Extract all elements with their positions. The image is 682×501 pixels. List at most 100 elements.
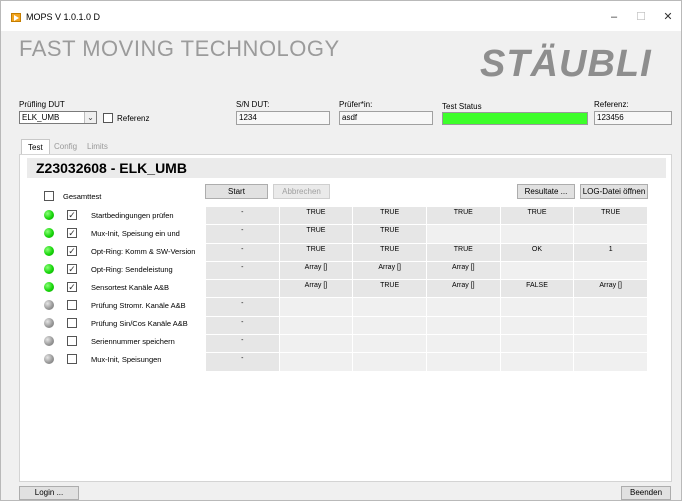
table-row: - (205, 315, 648, 336)
table-row: - Array [] Array [] Array [] (205, 260, 648, 281)
login-button[interactable]: Login ... (19, 486, 79, 500)
close-button[interactable]: ✕ (655, 9, 681, 25)
step-label: Sensortest Kanäle A&B (91, 283, 169, 292)
pruefling-label: Prüfling DUT (19, 100, 65, 109)
pruefer-label: Prüfer*in: (339, 100, 373, 109)
chevron-down-icon[interactable]: ⌄ (84, 112, 96, 123)
result-cell: TRUE (278, 224, 354, 244)
result-cell: - (205, 242, 280, 262)
result-cell: TRUE (499, 205, 575, 226)
step-checkbox[interactable]: ✓ (67, 264, 77, 274)
sn-label: S/N DUT: (236, 100, 270, 109)
abbrechen-button[interactable]: Abbrechen (273, 184, 330, 199)
referenz-input[interactable]: 123456 (594, 111, 672, 125)
table-row: - TRUE TRUE TRUE OK 1 (205, 242, 648, 262)
result-cell: - (205, 205, 280, 226)
result-cell: - (205, 260, 280, 281)
result-cell (352, 334, 427, 354)
status-led-green-icon (44, 228, 54, 238)
status-led-gray-icon (44, 318, 54, 328)
status-led-gray-icon (44, 354, 54, 364)
dut-title: Z23032608 - ELK_UMB (36, 160, 187, 176)
step-label: Prüfung Sin/Cos Kanäle A&B (91, 319, 188, 328)
result-cell: TRUE (352, 279, 427, 299)
beenden-button[interactable]: Beenden (621, 486, 671, 500)
gesamttest-checkbox[interactable] (44, 191, 54, 201)
tab-config[interactable]: Config (48, 139, 83, 155)
result-cell: TRUE (278, 242, 354, 262)
minimize-button[interactable]: – (601, 9, 627, 25)
result-cell (573, 352, 648, 372)
result-cell: - (205, 297, 280, 317)
maximize-button[interactable]: ☐ (628, 9, 654, 25)
result-cell: - (205, 224, 280, 244)
results-grid: - TRUE TRUE TRUE TRUE TRUE - TRUE TRUE -… (205, 205, 648, 372)
step-checkbox[interactable]: ✓ (67, 210, 77, 220)
step-checkbox[interactable]: ✓ (67, 246, 77, 256)
step-label: Prüfung Stromr. Kanäle A&B (91, 301, 186, 310)
test-status-indicator (442, 112, 588, 125)
result-cell: - (205, 352, 280, 372)
test-status-label: Test Status (442, 102, 482, 111)
referenz-checkbox[interactable] (103, 113, 113, 123)
result-cell: TRUE (278, 205, 354, 226)
status-led-green-icon (44, 282, 54, 292)
result-cell: Array [] (425, 279, 501, 299)
log-datei-button[interactable]: LOG-Datei öffnen (580, 184, 648, 199)
result-cell (573, 224, 648, 244)
main-window: MOPS V 1.0.1.0 D – ☐ ✕ FAST MOVING TECHN… (0, 0, 682, 501)
step-checkbox[interactable]: ✓ (67, 228, 77, 238)
result-cell (573, 260, 648, 281)
staubli-logo: STÄUBLI (480, 43, 652, 85)
step-checkbox[interactable] (67, 318, 77, 328)
step-checkbox[interactable] (67, 354, 77, 364)
step-label: Startbedingungen prüfen (91, 211, 174, 220)
result-cell (278, 315, 354, 336)
result-cell: Array [] (352, 260, 427, 281)
pruefling-value: ELK_UMB (22, 113, 60, 122)
result-cell (425, 352, 501, 372)
status-led-gray-icon (44, 300, 54, 310)
step-checkbox[interactable] (67, 336, 77, 346)
result-cell (278, 352, 354, 372)
result-cell (205, 279, 280, 299)
result-cell (573, 297, 648, 317)
result-cell: - (205, 334, 280, 354)
status-led-gray-icon (44, 336, 54, 346)
result-cell (278, 334, 354, 354)
step-checkbox[interactable]: ✓ (67, 282, 77, 292)
step-label: Mux-Init, Speisungen (91, 355, 162, 364)
resultate-button[interactable]: Resultate ... (517, 184, 575, 199)
result-cell: TRUE (425, 242, 501, 262)
result-cell: FALSE (499, 279, 575, 299)
app-play-icon (11, 13, 21, 22)
result-cell (425, 224, 501, 244)
result-cell (425, 334, 501, 354)
result-cell (352, 315, 427, 336)
result-cell: Array [] (425, 260, 501, 281)
result-cell (352, 297, 427, 317)
sn-input[interactable]: 1234 (236, 111, 330, 125)
result-cell: Array [] (278, 279, 354, 299)
tab-test[interactable]: Test (21, 139, 50, 155)
status-led-green-icon (44, 246, 54, 256)
brand-tagline: FAST MOVING TECHNOLOGY (19, 36, 340, 61)
status-led-green-icon (44, 210, 54, 220)
step-label: Opt-Ring: Sendeleistung (91, 265, 173, 274)
pruefling-select[interactable]: ELK_UMB ⌄ (19, 111, 97, 124)
result-cell (573, 315, 648, 336)
tab-limits[interactable]: Limits (81, 139, 114, 155)
result-cell (499, 297, 575, 317)
start-button[interactable]: Start (205, 184, 268, 199)
result-cell: TRUE (352, 205, 427, 226)
result-cell (425, 297, 501, 317)
table-row: - (205, 352, 648, 372)
status-led-green-icon (44, 264, 54, 274)
pruefer-input[interactable]: asdf (339, 111, 433, 125)
step-label: Seriennummer speichern (91, 337, 175, 346)
result-cell (278, 297, 354, 317)
table-row: - TRUE TRUE TRUE TRUE TRUE (205, 205, 648, 226)
result-cell (573, 334, 648, 354)
step-label: Mux-Init, Speisung ein und (91, 229, 180, 238)
step-checkbox[interactable] (67, 300, 77, 310)
